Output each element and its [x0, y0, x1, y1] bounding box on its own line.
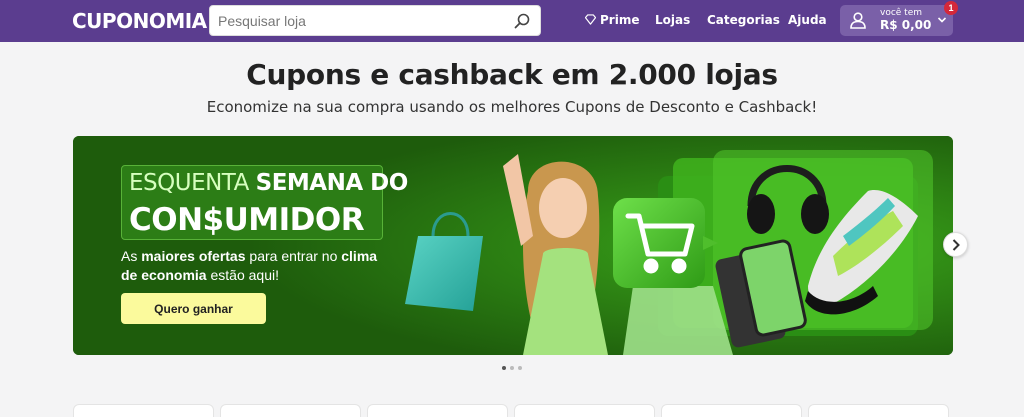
store-card[interactable] — [367, 404, 508, 417]
diamond-icon — [585, 14, 596, 25]
cta-button[interactable]: Quero ganhar — [121, 293, 266, 324]
desc-text: estão aqui! — [206, 267, 279, 283]
store-card[interactable] — [808, 404, 949, 417]
store-card[interactable] — [73, 404, 214, 417]
headline-part2: SEMANA DO — [255, 170, 409, 196]
top-navbar: CUPONOMIA Prime Lojas Categorias Ajuda v… — [0, 0, 1024, 42]
search-input[interactable] — [218, 12, 508, 30]
page-title: Cupons e cashback em 2.000 lojas — [246, 58, 778, 91]
logo[interactable]: CUPONOMIA — [72, 9, 207, 33]
carousel-dot[interactable] — [502, 366, 506, 370]
nav-categorias[interactable]: Categorias — [707, 13, 780, 27]
desc-text: para entrar no — [245, 248, 342, 264]
nav-ajuda[interactable]: Ajuda — [788, 13, 827, 27]
campaign-headline: ESQUENTA SEMANA DO CON$UMIDOR — [121, 165, 408, 240]
carousel-dots — [502, 366, 526, 371]
carousel-dot[interactable] — [510, 366, 514, 370]
nav-prime[interactable]: Prime — [585, 13, 639, 27]
search-box[interactable] — [209, 5, 541, 36]
headline-line2: CON$UMIDOR — [129, 202, 365, 238]
search-icon[interactable] — [514, 13, 530, 29]
nav-lojas[interactable]: Lojas — [655, 13, 690, 27]
desc-text: As — [121, 248, 142, 264]
user-icon — [850, 12, 866, 29]
desc-highlight: maiores ofertas — [141, 248, 246, 264]
chevron-down-icon — [937, 17, 947, 23]
account-menu-button[interactable]: você tem R$ 0,00 — [840, 5, 953, 36]
store-card[interactable] — [220, 404, 361, 417]
store-card[interactable] — [661, 404, 802, 417]
promo-banner[interactable]: ESQUENTA SEMANA DO CON$UMIDOR As maiores… — [73, 136, 953, 355]
banner-description: As maiores ofertas para entrar no clima … — [121, 247, 381, 285]
nav-prime-label: Prime — [600, 13, 640, 27]
chevron-right-icon — [952, 239, 960, 251]
store-card[interactable] — [514, 404, 655, 417]
carousel-next-button[interactable] — [943, 232, 968, 257]
page-subtitle: Economize na sua compra usando os melhor… — [206, 98, 818, 116]
carousel-dot[interactable] — [518, 366, 522, 370]
balance-label: você tem — [880, 8, 923, 18]
balance-value: R$ 0,00 — [880, 18, 932, 32]
notification-badge[interactable]: 1 — [944, 1, 958, 15]
headline-part1: ESQUENTA — [129, 170, 249, 196]
